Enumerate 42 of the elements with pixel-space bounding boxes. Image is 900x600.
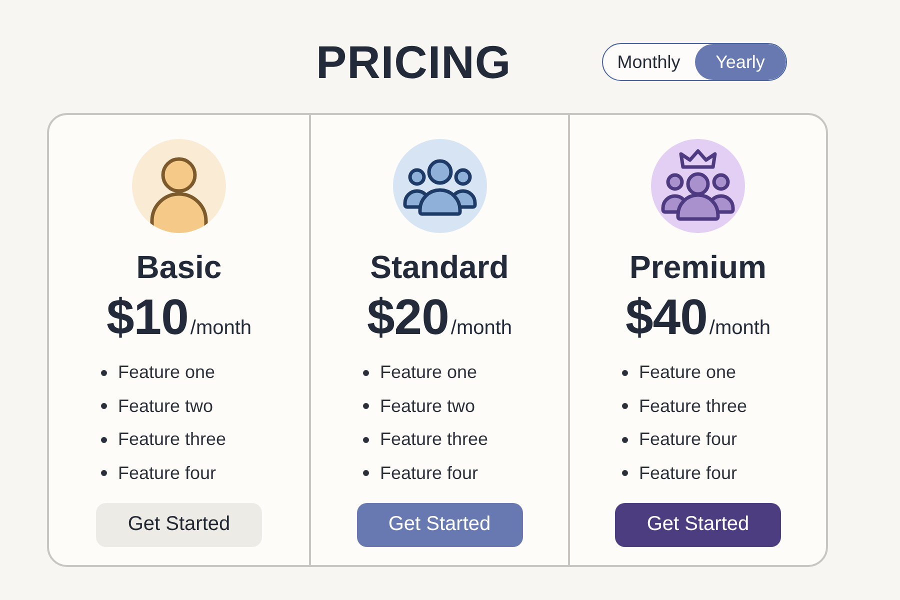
feature-text: Feature four	[639, 462, 738, 484]
plan-name: Premium	[630, 248, 766, 287]
person-icon	[132, 139, 226, 233]
get-started-button[interactable]: Get Started	[96, 502, 262, 546]
bullet-icon	[101, 370, 107, 376]
get-started-button[interactable]: Get Started	[615, 502, 781, 546]
bullet-icon	[622, 403, 628, 410]
plan-price: $10	[106, 289, 188, 345]
billing-option[interactable]: Yearly	[694, 44, 786, 80]
group-icon	[392, 139, 486, 233]
feature-text: Feature one	[380, 362, 478, 384]
feature-text: Feature four	[380, 462, 478, 484]
bullet-icon	[363, 470, 369, 476]
bullet-icon	[363, 436, 369, 443]
plan-price: $40	[625, 289, 708, 345]
plan-name: Standard	[370, 248, 509, 287]
bullet-icon	[101, 436, 107, 443]
crowned-group-icon	[651, 139, 745, 233]
bullet-icon	[101, 403, 107, 410]
price-period: /month	[709, 316, 771, 340]
feature-text: Feature three	[380, 429, 488, 450]
feature-text: Feature three	[639, 396, 748, 417]
page-title: PRICING	[316, 38, 512, 86]
price-period: /month	[450, 316, 512, 340]
feature-text: Feature four	[118, 462, 216, 484]
bullet-icon	[622, 370, 628, 376]
bullet-icon	[363, 403, 369, 410]
bullet-icon	[101, 470, 107, 476]
feature-text: Feature three	[118, 429, 226, 450]
bullet-icon	[363, 370, 369, 376]
feature-text: Feature one	[639, 362, 736, 384]
price-period: /month	[190, 316, 252, 340]
feature-text: Feature four	[639, 429, 738, 450]
plan-name: Basic	[136, 248, 222, 287]
plan-price: $20	[366, 289, 449, 345]
bullet-icon	[622, 436, 628, 443]
feature-text: Feature two	[118, 396, 214, 417]
feature-text: Feature one	[118, 362, 216, 384]
get-started-button[interactable]: Get Started	[356, 502, 522, 546]
billing-option[interactable]: Monthly	[603, 44, 694, 80]
bullet-icon	[622, 470, 628, 476]
feature-text: Feature two	[380, 396, 476, 417]
